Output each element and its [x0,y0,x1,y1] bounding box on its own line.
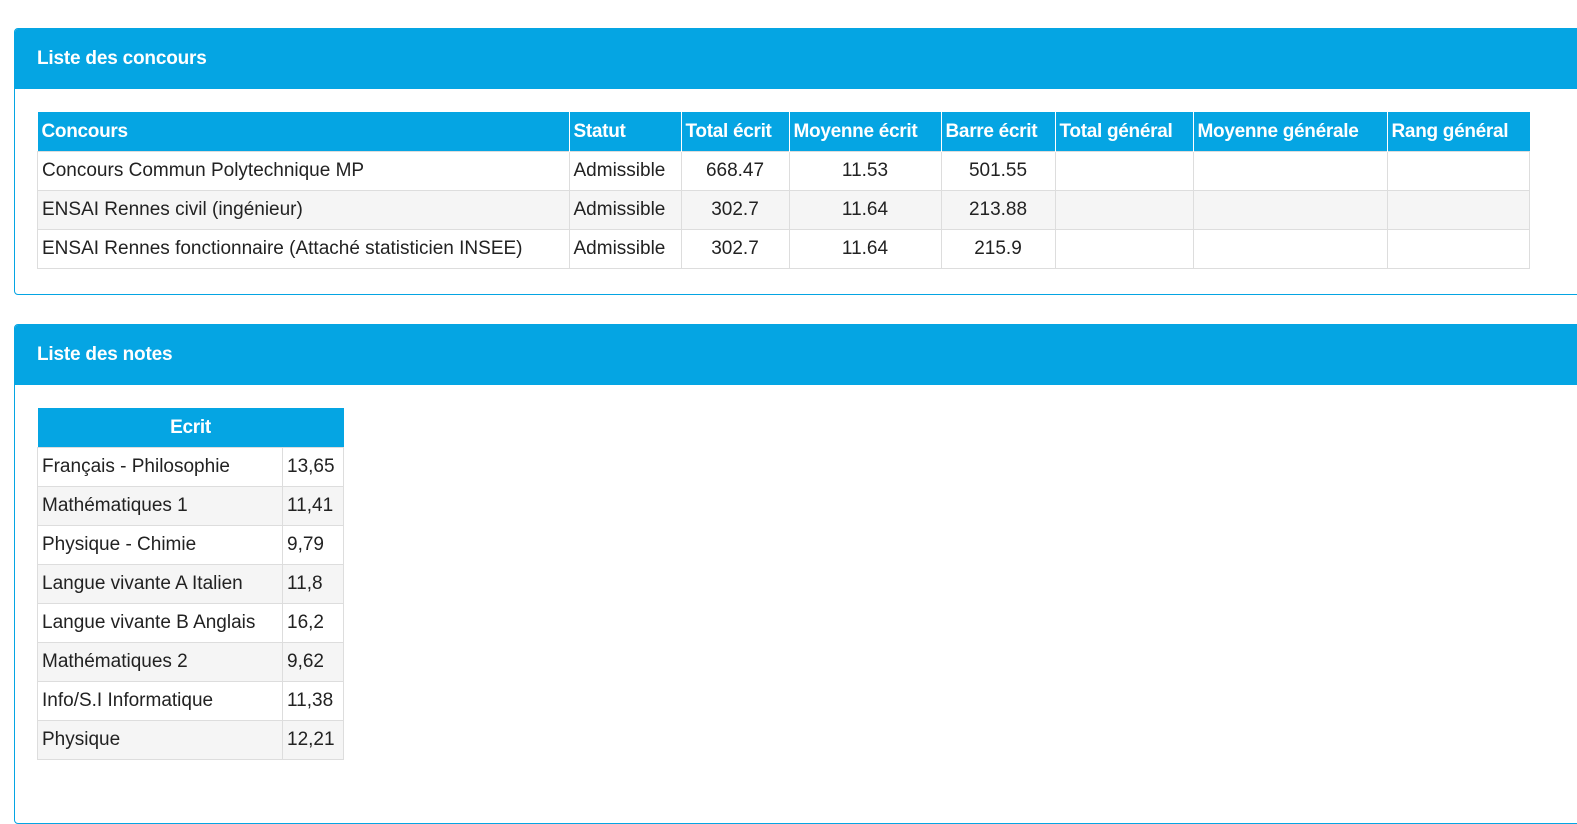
cell-total-ecrit: 668.47 [680,151,790,191]
cell-matiere: Info/S.I Informatique [37,681,283,721]
cell-statut: Admissible [568,151,682,191]
cell-moyenne-generale [1192,151,1388,191]
concours-panel-title: Liste des concours [15,29,1577,89]
cell-total-ecrit: 302.7 [680,190,790,230]
table-row: Physique 12,21 [37,720,344,760]
cell-concours: Concours Commun Polytechnique MP [37,151,570,191]
table-row: ENSAI Rennes civil (ingénieur) Admissibl… [37,190,1530,230]
cell-moyenne-ecrit: 11.53 [788,151,942,191]
cell-note: 11,41 [282,486,344,526]
cell-matiere: Langue vivante B Anglais [37,603,283,643]
header-ecrit: Ecrit [37,408,344,448]
cell-rang-general [1386,190,1530,230]
cell-barre-ecrit: 501.55 [940,151,1056,191]
cell-note: 9,62 [282,642,344,682]
cell-note: 9,79 [282,525,344,565]
cell-total-general [1054,151,1194,191]
cell-note: 11,8 [282,564,344,604]
notes-panel-title: Liste des notes [15,325,1577,385]
cell-moyenne-generale [1192,190,1388,230]
table-row: Langue vivante A Italien 11,8 [37,564,344,604]
concours-panel: Liste des concours Concours Statut Total… [14,28,1577,295]
header-moyenne-generale: Moyenne générale [1193,112,1388,152]
cell-statut: Admissible [568,229,682,269]
notes-table: Ecrit Français - Philosophie 13,65 Mathé… [37,408,344,760]
cell-moyenne-generale [1192,229,1388,269]
notes-table-header-row: Ecrit [37,408,344,448]
cell-matiere: Français - Philosophie [37,447,283,487]
cell-moyenne-ecrit: 11.64 [788,190,942,230]
cell-moyenne-ecrit: 11.64 [788,229,942,269]
cell-rang-general [1386,151,1530,191]
table-row: Mathématiques 1 11,41 [37,486,344,526]
header-rang-general: Rang général [1387,112,1530,152]
header-total-general: Total général [1055,112,1194,152]
table-row: Langue vivante B Anglais 16,2 [37,603,344,643]
header-total-ecrit: Total écrit [681,112,790,152]
cell-note: 12,21 [282,720,344,760]
cell-barre-ecrit: 213.88 [940,190,1056,230]
cell-concours: ENSAI Rennes fonctionnaire (Attaché stat… [37,229,570,269]
cell-barre-ecrit: 215.9 [940,229,1056,269]
cell-matiere: Mathématiques 2 [37,642,283,682]
cell-matiere: Physique [37,720,283,760]
cell-total-general [1054,190,1194,230]
concours-table: Concours Statut Total écrit Moyenne écri… [37,112,1530,269]
header-barre-ecrit: Barre écrit [941,112,1056,152]
table-row: ENSAI Rennes fonctionnaire (Attaché stat… [37,229,1530,269]
cell-concours: ENSAI Rennes civil (ingénieur) [37,190,570,230]
concours-table-header-row: Concours Statut Total écrit Moyenne écri… [37,112,1530,152]
table-row: Concours Commun Polytechnique MP Admissi… [37,151,1530,191]
cell-note: 13,65 [282,447,344,487]
header-statut: Statut [569,112,682,152]
table-row: Info/S.I Informatique 11,38 [37,681,344,721]
cell-total-ecrit: 302.7 [680,229,790,269]
notes-panel: Liste des notes Ecrit Français - Philoso… [14,324,1577,824]
cell-note: 11,38 [282,681,344,721]
table-row: Physique - Chimie 9,79 [37,525,344,565]
cell-matiere: Mathématiques 1 [37,486,283,526]
header-concours: Concours [37,112,570,152]
cell-total-general [1054,229,1194,269]
cell-matiere: Langue vivante A Italien [37,564,283,604]
cell-statut: Admissible [568,190,682,230]
cell-rang-general [1386,229,1530,269]
cell-note: 16,2 [282,603,344,643]
table-row: Mathématiques 2 9,62 [37,642,344,682]
header-moyenne-ecrit: Moyenne écrit [789,112,942,152]
cell-matiere: Physique - Chimie [37,525,283,565]
table-row: Français - Philosophie 13,65 [37,447,344,487]
